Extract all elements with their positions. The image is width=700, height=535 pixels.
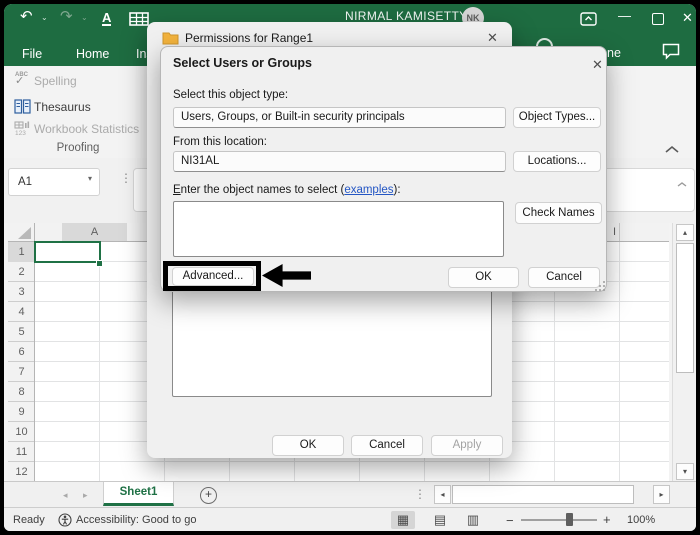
row-header[interactable]: 9	[8, 402, 35, 422]
select-users-dialog: Select Users or Groups ✕ Select this obj…	[160, 46, 607, 292]
selected-cell[interactable]	[34, 241, 101, 263]
sheet-tab-active[interactable]: Sheet1	[103, 482, 174, 506]
permissions-apply-button: Apply	[431, 435, 503, 456]
locations-button[interactable]: Locations...	[513, 151, 601, 172]
permissions-ok-button[interactable]: OK	[272, 435, 344, 456]
select-users-close-icon[interactable]: ✕	[592, 57, 603, 73]
name-box-dropdown-icon[interactable]: ▾	[88, 174, 92, 183]
row-headers: 123456789101112	[8, 242, 35, 481]
check-names-button[interactable]: Check Names	[515, 202, 602, 224]
object-names-input[interactable]	[173, 201, 504, 257]
select-users-cancel-button[interactable]: Cancel	[528, 267, 600, 288]
object-names-label: Enter the object names to select (exampl…	[173, 184, 401, 196]
redo-dropdown-icon: ⌄	[81, 13, 88, 22]
location-field: NI31AL	[173, 151, 506, 172]
column-header[interactable]: J	[647, 223, 669, 242]
row-header[interactable]: 6	[8, 342, 35, 362]
thesaurus-icon[interactable]	[14, 99, 31, 114]
select-users-dialog-title: Select Users or Groups	[173, 56, 312, 70]
select-users-ok-button[interactable]: OK	[448, 267, 519, 288]
screenshot-frame: ↶ ⌄ ↷ ⌄ A NIRMAL KAMISETTY NK — ✕ File H…	[0, 0, 700, 535]
excel-window: ↶ ⌄ ↷ ⌄ A NIRMAL KAMISETTY NK — ✕ File H…	[4, 4, 696, 531]
permissions-dialog-title: Permissions for Range1	[185, 31, 313, 45]
row-header[interactable]: 7	[8, 362, 35, 382]
object-type-label: Select this object type:	[173, 89, 288, 101]
column-header[interactable]: A	[62, 223, 127, 242]
row-header[interactable]: 2	[8, 262, 35, 282]
spelling-check-icon: ✓	[15, 76, 24, 86]
view-normal-icon[interactable]: ▦	[391, 511, 415, 529]
ribbon-collapse-icon[interactable]	[664, 145, 680, 154]
borders-grid-icon[interactable]	[129, 12, 149, 26]
horizontal-scroll-thumb[interactable]	[452, 485, 634, 504]
row-header[interactable]: 5	[8, 322, 35, 342]
row-header[interactable]: 12	[8, 462, 35, 481]
proofing-group-label: Proofing	[8, 142, 148, 154]
tab-home[interactable]: Home	[76, 47, 109, 61]
hscroll-left-icon[interactable]: ◂	[434, 485, 451, 504]
row-header[interactable]: 8	[8, 382, 35, 402]
row-header[interactable]: 10	[8, 422, 35, 442]
close-icon[interactable]: ✕	[682, 11, 693, 25]
row-header[interactable]: 4	[8, 302, 35, 322]
undo-dropdown-icon[interactable]: ⌄	[41, 13, 48, 22]
object-types-button[interactable]: Object Types...	[513, 107, 601, 128]
redo-icon: ↷	[60, 9, 73, 25]
permissions-close-icon[interactable]: ✕	[487, 30, 498, 46]
formula-more-icon[interactable]: ⋮	[120, 171, 132, 185]
window-title: NIRMAL KAMISETTY	[345, 9, 468, 23]
status-bar: Ready Accessibility: Good to go ▦ ▤ ▥ − …	[4, 507, 696, 531]
row-header[interactable]: 11	[8, 442, 35, 462]
vertical-scrollbar[interactable]: ▴ ▾	[672, 223, 696, 481]
row-header[interactable]: 3	[8, 282, 35, 302]
sheet-next-icon[interactable]: ▸	[83, 490, 88, 501]
select-all-icon	[18, 227, 31, 239]
view-page-break-icon[interactable]: ▥	[461, 511, 485, 529]
underline-icon[interactable]: A	[102, 11, 111, 26]
maximize-icon[interactable]	[652, 13, 664, 25]
folder-icon	[162, 30, 179, 45]
zoom-in-button[interactable]: +	[603, 512, 611, 527]
hscroll-right-icon[interactable]: ▸	[653, 485, 670, 504]
examples-link[interactable]: examples	[344, 184, 393, 196]
zoom-slider-handle[interactable]	[566, 513, 573, 526]
tab-file[interactable]: File	[22, 47, 42, 61]
scroll-up-icon[interactable]: ▴	[676, 224, 694, 241]
add-sheet-icon[interactable]: +	[200, 487, 217, 504]
fill-handle[interactable]	[96, 260, 103, 267]
status-mode[interactable]: Ready	[13, 514, 45, 526]
location-label: From this location:	[173, 136, 267, 148]
annotation-highlight-box	[163, 261, 261, 291]
minimize-icon[interactable]: —	[618, 9, 631, 23]
undo-icon[interactable]: ↶	[20, 9, 33, 25]
titlebar-partial-label: ne	[607, 46, 621, 60]
vertical-scroll-thumb[interactable]	[676, 243, 694, 373]
status-accessibility[interactable]: Accessibility: Good to go	[76, 514, 196, 526]
sheet-prev-icon[interactable]: ◂	[63, 490, 68, 501]
accessibility-icon	[58, 513, 72, 527]
object-type-field: Users, Groups, or Built-in security prin…	[173, 107, 506, 128]
comments-icon[interactable]	[662, 43, 680, 60]
spelling-button: Spelling	[34, 74, 77, 88]
workbook-statistics-icon: 123	[14, 121, 31, 136]
tabstrip-more-icon[interactable]: ⋮	[414, 487, 426, 501]
svg-text:123: 123	[15, 130, 26, 136]
resize-grip-icon[interactable]	[594, 280, 606, 292]
formula-bar-expand-icon[interactable]	[676, 181, 688, 188]
name-box[interactable]: A1	[8, 168, 100, 196]
scroll-down-icon[interactable]: ▾	[676, 463, 694, 480]
ribbon-display-options-icon[interactable]	[580, 12, 597, 26]
zoom-level[interactable]: 100%	[627, 514, 655, 526]
select-all-corner[interactable]	[8, 223, 35, 242]
zoom-slider-track[interactable]	[521, 519, 597, 521]
permissions-cancel-button[interactable]: Cancel	[351, 435, 423, 456]
thesaurus-button[interactable]: Thesaurus	[34, 100, 91, 114]
view-page-layout-icon[interactable]: ▤	[428, 511, 452, 529]
row-header[interactable]: 1	[8, 242, 35, 262]
workbook-statistics-button: Workbook Statistics	[34, 122, 139, 136]
zoom-out-button[interactable]: −	[506, 513, 514, 528]
